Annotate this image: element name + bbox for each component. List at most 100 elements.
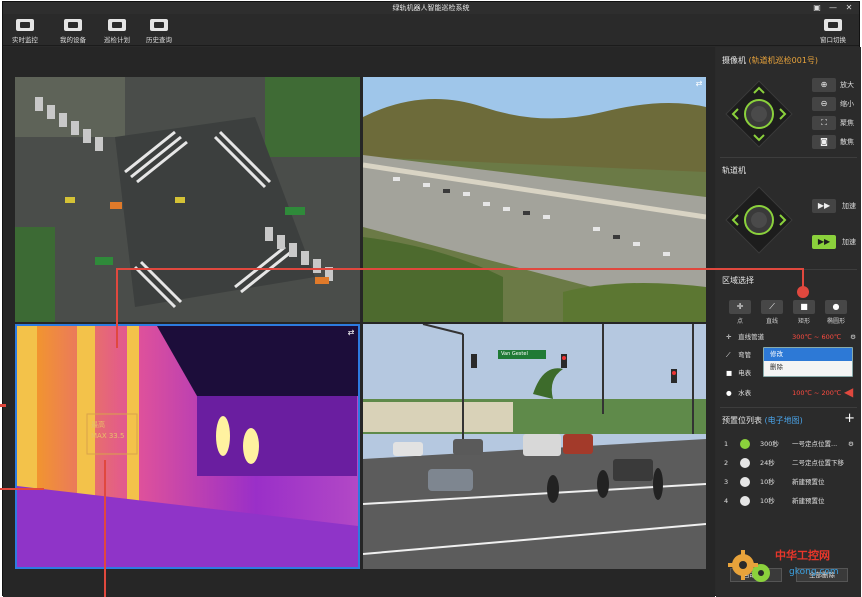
mode-point-label: 点 bbox=[736, 318, 743, 325]
section-divider bbox=[720, 407, 857, 408]
video-feed-highway[interactable]: ⇄ bbox=[363, 77, 706, 322]
title-bar: 绿轨机器人智能巡检系统 ▣ — ✕ bbox=[3, 2, 859, 14]
toolbar-my-devices[interactable]: 我的设备 bbox=[53, 19, 93, 45]
toolbar-label: 巡检计划 bbox=[104, 36, 130, 44]
camera-section-title: 摄像机 (轨道机巡检001号) bbox=[722, 55, 818, 66]
focus-button[interactable]: ⛶ bbox=[812, 116, 836, 130]
street-sign-text: Van Gestel bbox=[501, 351, 528, 357]
annotation-dot bbox=[797, 286, 809, 298]
minimize-icon[interactable]: — bbox=[827, 2, 839, 14]
swap-feed-icon[interactable]: ⇄ bbox=[694, 79, 704, 89]
region-row[interactable]: ✛ 直线管道 300℃ ~ 600℃ ⚙ bbox=[726, 330, 856, 344]
toolbar-history[interactable]: 历史查询 bbox=[139, 19, 179, 45]
menu-item-edit[interactable]: 修改 bbox=[764, 348, 852, 361]
mode-rectangle-button[interactable]: ■ bbox=[793, 300, 815, 314]
thermal-max-value: MAX 33.5 bbox=[91, 432, 125, 440]
window-switch-label: 窗口切换 bbox=[820, 36, 846, 44]
preset-row[interactable]: 1 300秒 一号定点位置... ⚙ bbox=[722, 436, 856, 452]
fast-forward-icon: ▶▶ bbox=[817, 201, 831, 210]
preset-index: 2 bbox=[724, 459, 729, 467]
window-switch-button[interactable]: 窗口切换 bbox=[813, 19, 853, 45]
control-panel: 摄像机 (轨道机巡检001号) ⊕ 放大 ⊖ 缩小 ⛶ 聚焦 ◙ 散焦 轨道机 bbox=[716, 47, 861, 597]
camera-title: 摄像机 bbox=[722, 56, 746, 65]
line-icon: ⟋ bbox=[726, 351, 731, 359]
preset-row[interactable]: 3 10秒 新建预置位 bbox=[722, 474, 856, 490]
speed-up-label: 加速 bbox=[842, 238, 856, 246]
zoom-out-button[interactable]: ⊖ bbox=[812, 97, 836, 111]
video-feed-thermal[interactable]: 最高 MAX 33.5 ⇄ bbox=[15, 324, 360, 569]
camera-ptz-dpad[interactable] bbox=[724, 79, 794, 149]
mode-point-button[interactable]: ✛ bbox=[729, 300, 751, 314]
track-dpad[interactable] bbox=[724, 185, 794, 255]
preset-title: 预置位列表 bbox=[722, 416, 762, 425]
close-icon[interactable]: ✕ bbox=[843, 2, 855, 14]
zoom-in-button[interactable]: ⊕ bbox=[812, 78, 836, 92]
video-feed-intersection[interactable] bbox=[15, 77, 360, 322]
watermark-logo: 中华工控网 gkong.com bbox=[727, 543, 857, 593]
list-icon bbox=[108, 19, 126, 31]
preset-dwell-time: 24秒 bbox=[760, 459, 775, 467]
mode-ellipse-label: 椭圆形 bbox=[826, 318, 845, 325]
watermark-url: gkong.com bbox=[789, 567, 839, 577]
track-speed-up-active-button[interactable]: ▶▶ bbox=[812, 235, 836, 249]
video-feed-street[interactable]: Van Gestel bbox=[363, 324, 706, 569]
region-name: 直线管道 bbox=[738, 333, 765, 341]
track-speed-up-button[interactable]: ▶▶ bbox=[812, 199, 836, 213]
ellipse-icon: ● bbox=[726, 389, 732, 397]
line-icon: ⟋ bbox=[769, 302, 775, 311]
defocus-icon: ◙ bbox=[820, 137, 828, 146]
video-grid: ⇄ 最高 MAX 33.5 ⇄ Van Gestel bbox=[3, 47, 715, 597]
preset-camera-icon bbox=[740, 458, 750, 468]
preset-name: 新建预置位 bbox=[792, 497, 825, 505]
defocus-label: 散焦 bbox=[840, 138, 854, 146]
annotation-arrow-icon: ◀ bbox=[844, 385, 854, 399]
mode-rectangle-label: 矩形 bbox=[797, 318, 810, 325]
toolbar-label: 我的设备 bbox=[60, 36, 86, 44]
toolbar-inspection-plan[interactable]: 巡检计划 bbox=[97, 19, 137, 45]
add-preset-icon[interactable]: + bbox=[844, 411, 855, 426]
mode-line-button[interactable]: ⟋ bbox=[761, 300, 783, 314]
preset-row[interactable]: 4 10秒 新建预置位 bbox=[722, 493, 856, 509]
zoom-in-label: 放大 bbox=[840, 81, 854, 89]
toolbar-realtime-monitor[interactable]: 实时监控 bbox=[5, 19, 45, 45]
region-section-title: 区域选择 bbox=[722, 276, 754, 285]
point-icon: ✛ bbox=[726, 333, 732, 341]
preset-dwell-time: 300秒 bbox=[760, 440, 779, 448]
focus-icon: ⛶ bbox=[821, 118, 827, 127]
region-temp-range: 300℃ ~ 600℃ bbox=[792, 333, 842, 341]
rectangle-icon: ■ bbox=[800, 302, 808, 311]
preset-index: 1 bbox=[724, 440, 729, 448]
thermal-label: 最高 bbox=[91, 421, 105, 429]
preset-section-title: 预置位列表 (电子地图) bbox=[722, 415, 803, 426]
section-divider bbox=[720, 157, 857, 158]
preset-name: 一号定点位置... bbox=[792, 440, 838, 448]
main-toolbar: 实时监控 我的设备 巡检计划 历史查询 窗口切换 bbox=[3, 14, 859, 46]
device-icon bbox=[64, 19, 82, 31]
gear-icon[interactable]: ⚙ bbox=[848, 436, 854, 452]
swap-feed-icon[interactable]: ⇄ bbox=[346, 328, 356, 338]
camera-icon bbox=[16, 19, 34, 31]
history-icon bbox=[150, 19, 168, 31]
mode-line-label: 直线 bbox=[765, 318, 778, 325]
electronic-map-link[interactable]: (电子地图) bbox=[765, 416, 803, 425]
camera-subtitle: (轨道机巡检001号) bbox=[748, 56, 819, 65]
restore-icon[interactable]: ▣ bbox=[811, 2, 823, 14]
mode-ellipse-button[interactable]: ● bbox=[825, 300, 847, 314]
region-row[interactable]: ● 水表 100℃ ~ 200℃ bbox=[726, 386, 856, 400]
preset-row[interactable]: 2 24秒 二号定点位置下移 bbox=[722, 455, 856, 471]
toolbar-label: 实时监控 bbox=[12, 36, 38, 44]
region-name: 水表 bbox=[738, 389, 752, 397]
focus-label: 聚焦 bbox=[840, 119, 854, 127]
toolbar-label: 历史查询 bbox=[146, 36, 172, 44]
zoom-out-label: 缩小 bbox=[840, 100, 854, 108]
defocus-button[interactable]: ◙ bbox=[812, 135, 836, 149]
annotation-line bbox=[116, 268, 804, 270]
annotation-line bbox=[0, 488, 44, 490]
app-window: 绿轨机器人智能巡检系统 ▣ — ✕ 实时监控 我的设备 巡检计划 历史查询 窗口… bbox=[2, 1, 861, 597]
zoom-out-icon: ⊖ bbox=[820, 99, 828, 108]
watermark-brand: 中华工控网 bbox=[775, 549, 830, 562]
gear-icon[interactable]: ⚙ bbox=[850, 330, 856, 344]
annotation-line bbox=[104, 460, 106, 597]
menu-item-delete[interactable]: 删除 bbox=[764, 361, 852, 374]
preset-dwell-time: 10秒 bbox=[760, 497, 775, 505]
